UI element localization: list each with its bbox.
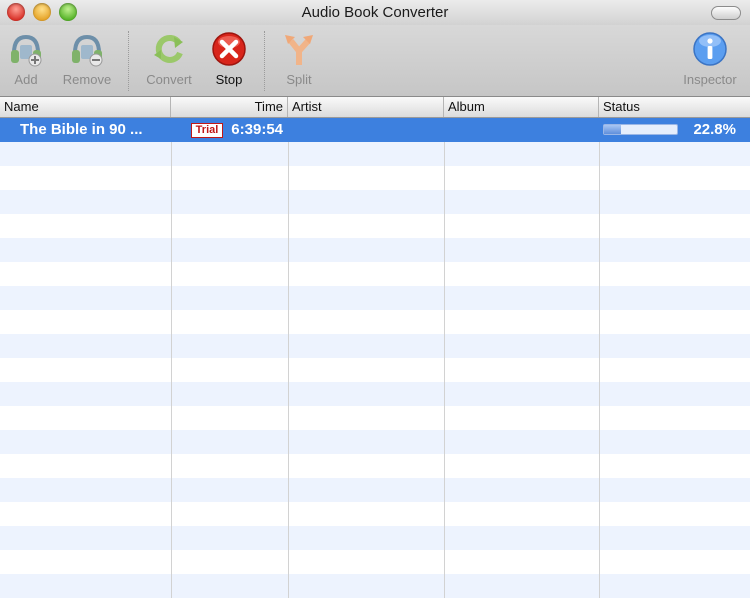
empty-row: [0, 310, 750, 334]
convert-arrows-icon: [154, 34, 183, 63]
empty-row: [0, 214, 750, 238]
headphones-remove-icon: [72, 34, 103, 67]
empty-row: [0, 502, 750, 526]
table-row[interactable]: The Bible in 90 ... Trial 6:39:54 22.8%: [0, 118, 750, 142]
empty-row: [0, 358, 750, 382]
info-icon: [693, 32, 727, 66]
progress-bar: [603, 124, 678, 135]
inspector-button-label: Inspector: [683, 72, 737, 87]
progress-fill: [604, 125, 621, 134]
inspector-button[interactable]: Inspector: [676, 29, 744, 93]
cell-artist: [292, 118, 442, 142]
column-header-album[interactable]: Album: [444, 97, 599, 117]
empty-row: [0, 430, 750, 454]
empty-row: [0, 286, 750, 310]
split-button[interactable]: Split: [278, 29, 320, 93]
cell-name: The Bible in 90 ...: [20, 121, 143, 138]
remove-button-label: Remove: [62, 72, 112, 87]
column-header-status[interactable]: Status: [599, 97, 750, 117]
stop-button-label: Stop: [215, 72, 243, 87]
window-title: Audio Book Converter: [301, 4, 449, 21]
trial-badge: Trial: [190, 123, 224, 138]
add-button[interactable]: Add: [4, 29, 48, 93]
column-header-name[interactable]: Name: [0, 97, 171, 117]
split-arrows-icon: [285, 35, 313, 65]
cell-status: 22.8%: [693, 121, 736, 138]
table-header: Name Time Artist Album Status: [0, 97, 750, 118]
headphones-add-icon: [11, 34, 42, 67]
cell-album: [448, 118, 598, 142]
add-button-label: Add: [14, 72, 38, 87]
column-divider: [599, 142, 600, 598]
toolbar-separator: [128, 31, 129, 91]
column-divider: [288, 142, 289, 598]
remove-button[interactable]: Remove: [58, 29, 116, 93]
table-body: The Bible in 90 ... Trial 6:39:54 22.8%: [0, 118, 750, 598]
toolbar-toggle-button[interactable]: [711, 6, 741, 20]
column-divider: [444, 142, 445, 598]
book-table: Name Time Artist Album Status The Bible …: [0, 97, 750, 598]
empty-row: [0, 406, 750, 430]
app-window: Audio Book Converter Add Remove Convert …: [0, 0, 750, 598]
empty-row: [0, 454, 750, 478]
stop-x-icon: [212, 32, 246, 66]
split-button-label: Split: [286, 72, 312, 87]
empty-row: [0, 550, 750, 574]
empty-row: [0, 334, 750, 358]
empty-row: [0, 382, 750, 406]
empty-row: [0, 166, 750, 190]
column-divider: [171, 142, 172, 598]
empty-row: [0, 574, 750, 598]
convert-button-label: Convert: [146, 72, 192, 87]
empty-row: [0, 190, 750, 214]
title-bar: Audio Book Converter: [0, 0, 750, 25]
toolbar-separator: [264, 31, 265, 91]
time-value: 6:39:54: [231, 121, 283, 138]
empty-row: [0, 142, 750, 166]
toolbar: Add Remove Convert Stop Split Inspector: [0, 25, 750, 97]
stop-button[interactable]: Stop: [206, 29, 252, 93]
cell-time: Trial 6:39:54: [177, 118, 283, 142]
empty-row: [0, 478, 750, 502]
empty-row: [0, 238, 750, 262]
column-header-artist[interactable]: Artist: [288, 97, 444, 117]
empty-row: [0, 262, 750, 286]
column-header-time[interactable]: Time: [171, 97, 288, 117]
convert-button[interactable]: Convert: [140, 29, 198, 93]
empty-row: [0, 526, 750, 550]
